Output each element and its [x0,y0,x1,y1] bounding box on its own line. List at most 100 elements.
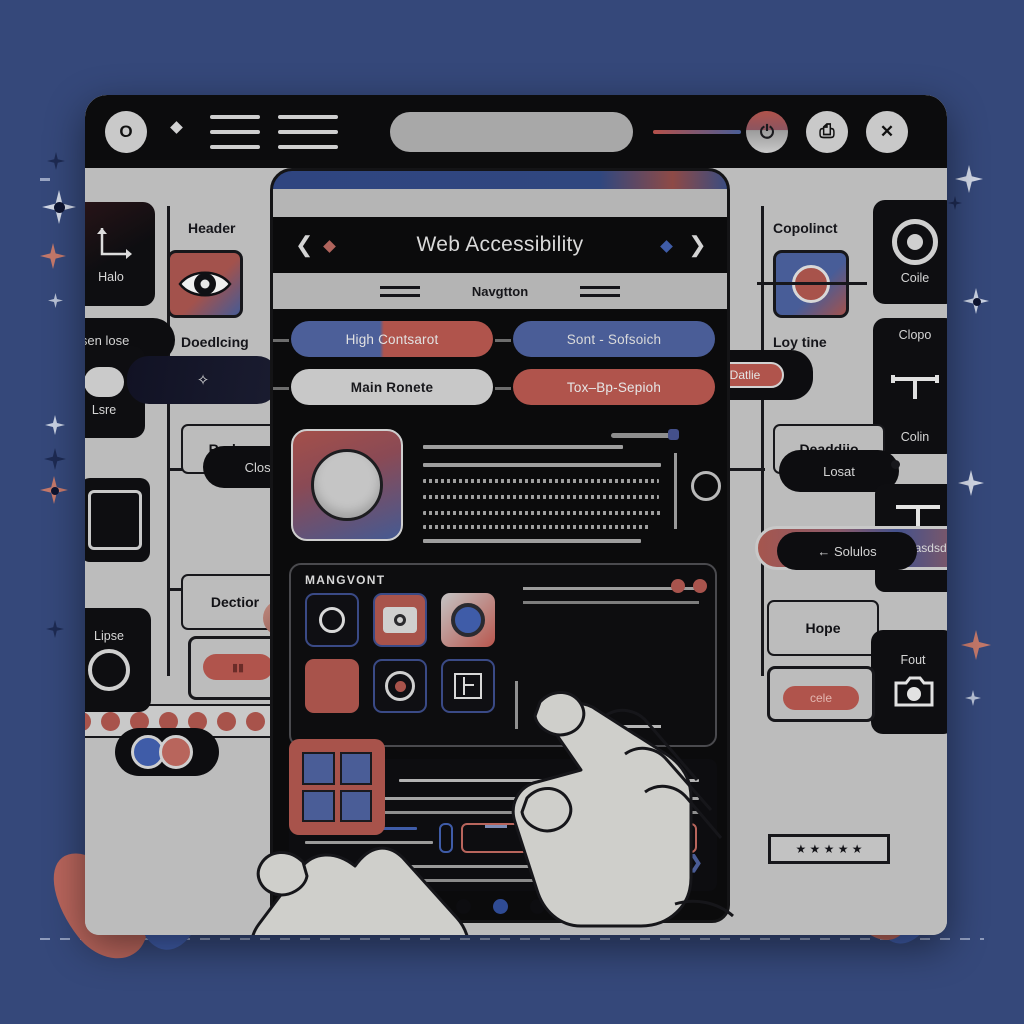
card-label: Lsre [91,403,117,417]
cursor-icon: ✧ [196,372,210,389]
page-title: Web Accessibility [416,233,584,256]
sparkle-icon [961,630,991,660]
sidebar-red-pill[interactable]: ▮▮ [203,654,273,680]
grid-icon-frame[interactable] [305,593,359,647]
nav-menu-icon-right[interactable] [580,285,621,297]
hamburger-menu-icon[interactable] [210,115,260,149]
sidebar-card-halo[interactable]: Halo [85,202,155,306]
eye-visibility-icon[interactable] [167,250,243,318]
browser-chrome-bar: O ⏻ ⎙ ✕ [85,95,947,168]
axis-arrow-icon [97,228,132,259]
progress-indicator [653,130,741,134]
star-rating[interactable]: ★ ★ ★ ★ ★ [768,834,890,864]
pill-connector-stub [495,387,511,390]
close-button[interactable]: ✕ [866,111,908,153]
sparkle-icon [44,448,66,470]
hamburger-menu-icon-secondary[interactable] [278,115,338,149]
text-line [423,525,651,529]
nav-label: Navgtton [471,283,529,299]
sparkle-core [973,298,981,306]
pill-connector-stub [495,339,511,342]
toggle-switch-left[interactable] [115,728,219,776]
browser-logo-button[interactable]: O [105,111,147,153]
grid-status-dot [693,579,707,593]
grid-section-label: MANGVONT [305,573,386,587]
tile-cell [339,789,372,822]
card-label: Lipse [94,629,124,643]
pill-connector-stub [273,339,289,342]
grid-icon-red[interactable] [305,659,359,713]
text-line [423,539,641,543]
label-loy-tine: Loy tine [773,334,827,350]
t-bar-icon [891,375,939,399]
text-line [423,511,661,515]
pill-label: Losat [823,463,855,479]
sidebar-pill-solulos[interactable]: ← Solulos [777,532,917,570]
text-line [423,479,659,483]
camera-icon [894,676,934,707]
option-sont-sofsoich[interactable]: Sont - Sofsoich [513,321,715,357]
grid-icon-target[interactable] [373,659,427,713]
sidebar-cele-pill[interactable]: cele [783,686,859,710]
text-line [423,495,659,499]
red-pill-label: ▮▮ [231,661,245,674]
grid-text-line [523,601,699,604]
label-hope: Hope [767,600,879,656]
sparkle-icon [48,293,63,308]
mini-slider-handle[interactable] [668,429,679,440]
knob-dial [311,449,383,521]
grid-app-tile[interactable] [289,739,385,835]
browser-window: O ⏻ ⎙ ✕ Halo Header Doedlcing en lose Ls… [85,95,947,935]
tile-cell [302,789,335,822]
power-icon: ⏻ [759,121,775,142]
card-label: Colin [900,430,930,444]
grid-icon-record[interactable] [441,593,495,647]
logo-glyph: O [119,122,133,141]
label-copolinct: Copolinct [773,220,838,236]
toggle-knob-red [159,735,193,769]
diamond-icon-red [323,240,336,253]
sparkle-icon [40,243,66,269]
power-button[interactable]: ⏻ [746,111,788,153]
option-tox-bp-sepioh[interactable]: Tox–Bp-Sepioh [513,369,715,405]
url-address-bar[interactable] [390,112,633,152]
sidebar-pill-cursor[interactable]: ✧ [127,356,279,404]
sparkle-icon [965,690,981,706]
panel-navbar: Navgtton [273,273,727,309]
capsule-icon [85,367,124,397]
option-high-contrast[interactable]: High Contsarot [291,321,493,357]
target-icon [385,671,415,701]
vertical-rule [674,453,677,529]
sidebar-block-outline [88,490,142,550]
card-label: Coile [900,271,930,285]
option-main-ronete[interactable]: Main Ronete [291,369,493,405]
text-line [423,463,661,467]
volume-knob[interactable] [291,429,403,541]
crosshair-line [757,282,867,285]
card-label: Fout [900,653,926,667]
tile-cell [339,752,372,785]
sidebar-card-fout[interactable]: Fout [871,630,947,734]
eye-glyph [178,271,232,297]
star-rating-value: ★ ★ ★ ★ ★ [795,842,863,856]
grid-status-dot [671,579,685,593]
grid-icon-image[interactable] [373,593,427,647]
knob-content-row [291,427,721,551]
sidebar-card-coile[interactable]: Coile [873,200,947,304]
nav-menu-icon-left[interactable] [379,285,420,297]
next-arrow-button[interactable]: ❯ [688,232,707,258]
card-label: Clopo [898,328,932,342]
diamond-icon [170,121,183,134]
page-root: O ⏻ ⎙ ✕ Halo Header Doedlcing en lose Ls… [0,0,1024,1024]
circle-icon [319,607,345,633]
prev-arrow-button[interactable]: ❮ [295,232,314,258]
card-label: Halo [98,270,124,284]
sidebar-card-lipse[interactable]: Lipse [85,608,151,712]
side-circle-button[interactable] [691,471,721,501]
sparkle-core [54,202,65,213]
sparkle-icon [948,196,962,210]
connector-line [761,206,764,676]
panel-status-strip [273,171,727,189]
print-button[interactable]: ⎙ [806,111,848,153]
target-ring-icon [88,649,130,691]
